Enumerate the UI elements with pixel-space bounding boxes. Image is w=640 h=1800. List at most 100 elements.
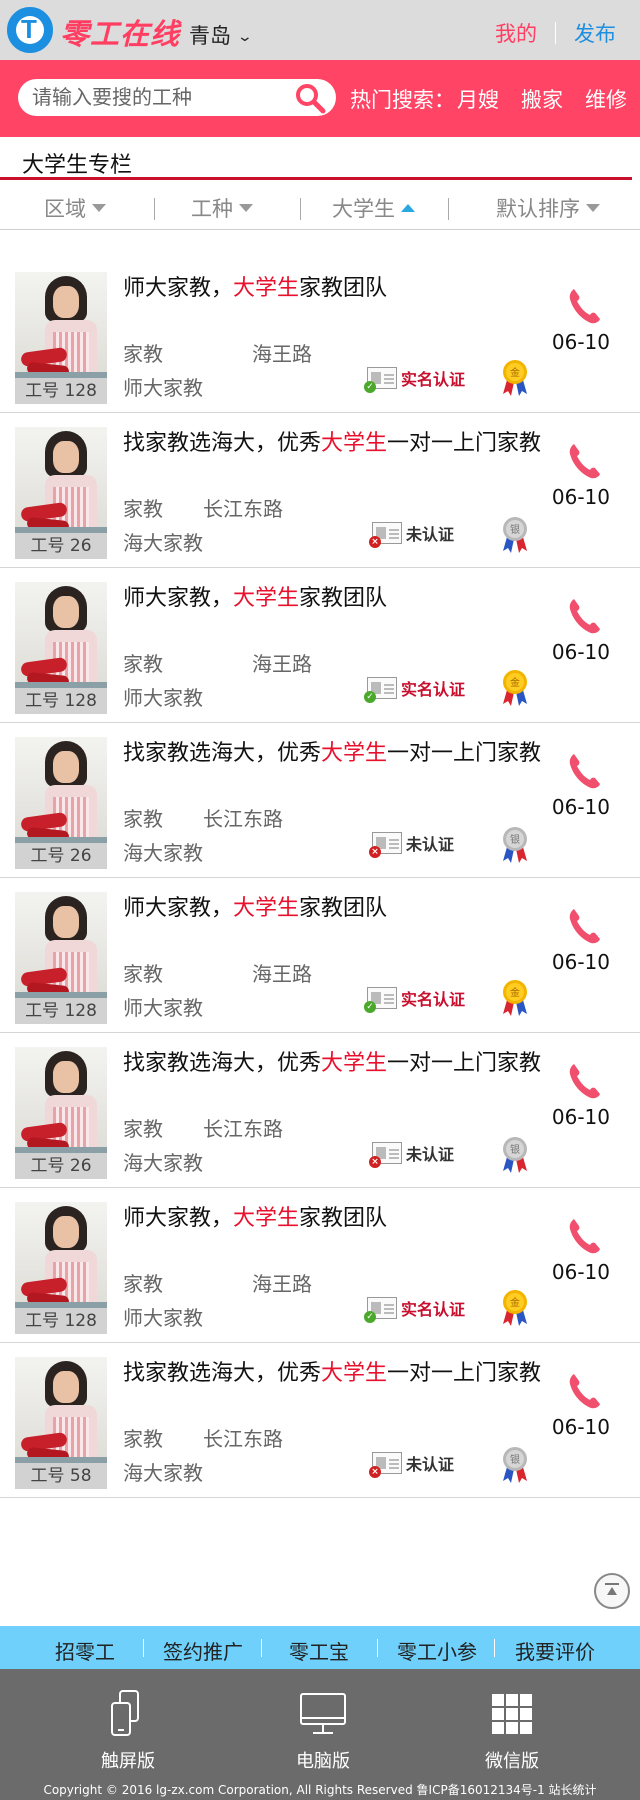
title-prefix: 找家教选海大，优秀 bbox=[123, 1361, 322, 1386]
listing-title[interactable]: 找家教选海大，优秀大学生一对一上门家教 bbox=[123, 425, 541, 457]
post-date: 06-10 bbox=[551, 1260, 610, 1284]
worker-id: 工号 128 bbox=[15, 378, 107, 404]
job-listing[interactable]: 工号 128 师大家教，大学生家教团队 家教 海王路 师大家教 06-10 ✓ … bbox=[0, 258, 640, 413]
phone-icon[interactable] bbox=[566, 596, 602, 636]
worker-photo[interactable]: 工号 128 bbox=[15, 272, 107, 404]
gold-medal-icon: 金 bbox=[503, 670, 527, 706]
phone-icon[interactable] bbox=[566, 1216, 602, 1256]
filter-area[interactable]: 区域 bbox=[44, 193, 106, 223]
footer-wechat-version[interactable]: 微信版 bbox=[462, 1689, 562, 1773]
filter-label: 工种 bbox=[191, 197, 233, 221]
job-listing[interactable]: 工号 26 找家教选海大，优秀大学生一对一上门家教 家教 长江东路 海大家教 0… bbox=[0, 1033, 640, 1188]
footer-label: 电脑版 bbox=[296, 1751, 350, 1772]
title-highlight: 大学生 bbox=[233, 896, 300, 921]
worker-photo[interactable]: 工号 26 bbox=[15, 737, 107, 869]
worker-id: 工号 58 bbox=[15, 1463, 107, 1489]
job-listing[interactable]: 工号 58 找家教选海大，优秀大学生一对一上门家教 家教 长江东路 海大家教 0… bbox=[0, 1343, 640, 1498]
footer-touch-version[interactable]: 触屏版 bbox=[78, 1689, 178, 1773]
phone-icon[interactable] bbox=[566, 441, 602, 481]
filter-sort[interactable]: 默认排序 bbox=[496, 193, 600, 223]
photo-face bbox=[53, 1216, 79, 1248]
gold-medal-icon: 金 bbox=[503, 1290, 527, 1326]
worker-id: 工号 128 bbox=[15, 1308, 107, 1334]
title-highlight: 大学生 bbox=[233, 276, 300, 301]
search-icon[interactable] bbox=[294, 82, 326, 114]
worker-photo[interactable]: 工号 26 bbox=[15, 1047, 107, 1179]
silver-medal-icon: 银 bbox=[503, 517, 527, 553]
title-prefix: 找家教选海大，优秀 bbox=[123, 1051, 322, 1076]
title-suffix: 一对一上门家教 bbox=[387, 431, 542, 456]
worker-photo[interactable]: 工号 128 bbox=[15, 1202, 107, 1334]
job-listing[interactable]: 工号 26 找家教选海大，优秀大学生一对一上门家教 家教 长江东路 海大家教 0… bbox=[0, 413, 640, 568]
id-card-icon: ✓ bbox=[364, 987, 397, 1013]
title-suffix: 一对一上门家教 bbox=[387, 741, 542, 766]
job-org: 师大家教 bbox=[123, 1306, 203, 1330]
listing-title[interactable]: 找家教选海大，优秀大学生一对一上门家教 bbox=[123, 1355, 541, 1387]
worker-photo[interactable]: 工号 128 bbox=[15, 892, 107, 1024]
phone-icon[interactable] bbox=[566, 286, 602, 326]
worker-photo[interactable]: 工号 26 bbox=[15, 427, 107, 559]
nav-review[interactable]: 我要评价 bbox=[515, 1636, 595, 1665]
listing-title[interactable]: 师大家教，大学生家教团队 bbox=[123, 270, 387, 302]
job-listing[interactable]: 工号 128 师大家教，大学生家教团队 家教 海王路 师大家教 06-10 ✓ … bbox=[0, 878, 640, 1033]
cert-label: 实名认证 bbox=[401, 1300, 466, 1319]
worker-photo[interactable]: 工号 128 bbox=[15, 582, 107, 714]
hot-keyword[interactable]: 月嫂 bbox=[457, 84, 499, 114]
photo-face bbox=[53, 286, 79, 318]
city-selector[interactable]: 青岛 ⌄ bbox=[189, 20, 253, 50]
job-list: 工号 128 师大家教，大学生家教团队 家教 海王路 师大家教 06-10 ✓ … bbox=[0, 258, 640, 1498]
title-prefix: 找家教选海大，优秀 bbox=[123, 431, 322, 456]
verified-badge: ✓ 实名认证 bbox=[364, 366, 465, 393]
job-listing[interactable]: 工号 128 师大家教，大学生家教团队 家教 海王路 师大家教 06-10 ✓ … bbox=[0, 568, 640, 723]
worker-photo[interactable]: 工号 58 bbox=[15, 1357, 107, 1489]
nav-advisor[interactable]: 零工小参 bbox=[397, 1636, 477, 1665]
medal-label: 金 bbox=[510, 366, 520, 379]
listing-title[interactable]: 师大家教，大学生家教团队 bbox=[123, 580, 387, 612]
title-suffix: 一对一上门家教 bbox=[387, 1051, 542, 1076]
cross-icon: × bbox=[369, 1466, 381, 1478]
filter-job-type[interactable]: 工种 bbox=[191, 193, 253, 223]
search-input[interactable] bbox=[32, 84, 282, 110]
phone-icon[interactable] bbox=[566, 906, 602, 946]
copyright-text: Copyright © 2016 lg-zx.com Corporation, … bbox=[43, 1783, 597, 1797]
cert-label: 未认证 bbox=[406, 525, 455, 544]
nav-hire[interactable]: 招零工 bbox=[55, 1636, 115, 1665]
medal-label: 金 bbox=[510, 676, 520, 689]
check-icon: ✓ bbox=[364, 381, 376, 393]
title-highlight: 大学生 bbox=[321, 741, 388, 766]
filter-student[interactable]: 大学生 bbox=[332, 193, 415, 223]
job-listing[interactable]: 工号 26 找家教选海大，优秀大学生一对一上门家教 家教 长江东路 海大家教 0… bbox=[0, 723, 640, 878]
listing-title[interactable]: 找家教选海大，优秀大学生一对一上门家教 bbox=[123, 1045, 541, 1077]
hot-keyword[interactable]: 维修 bbox=[585, 84, 627, 114]
check-icon: ✓ bbox=[364, 1001, 376, 1013]
logo-icon[interactable] bbox=[7, 7, 53, 53]
back-to-top-button[interactable] bbox=[594, 1573, 630, 1609]
job-listing[interactable]: 工号 128 师大家教，大学生家教团队 家教 海王路 师大家教 06-10 ✓ … bbox=[0, 1188, 640, 1343]
phone-icon[interactable] bbox=[566, 1371, 602, 1411]
listing-title[interactable]: 师大家教，大学生家教团队 bbox=[123, 890, 387, 922]
top-links: 我的 发布 bbox=[495, 18, 616, 48]
publish-link[interactable]: 发布 bbox=[574, 18, 616, 48]
id-card-icon: × bbox=[369, 1452, 402, 1478]
nav-divider bbox=[494, 1639, 495, 1657]
nav-divider bbox=[143, 1639, 144, 1657]
nav-lgbao[interactable]: 零工宝 bbox=[289, 1636, 349, 1665]
hot-keyword[interactable]: 搬家 bbox=[521, 84, 563, 114]
title-highlight: 大学生 bbox=[233, 1206, 300, 1231]
phone-icon[interactable] bbox=[566, 751, 602, 791]
job-org: 海大家教 bbox=[123, 1151, 203, 1175]
post-date: 06-10 bbox=[551, 1105, 610, 1129]
filter-divider bbox=[300, 198, 301, 220]
phone-icon[interactable] bbox=[566, 1061, 602, 1101]
nav-divider bbox=[261, 1639, 262, 1657]
logo-text[interactable]: 零工在线 bbox=[60, 11, 180, 53]
my-link[interactable]: 我的 bbox=[495, 18, 537, 48]
listing-title[interactable]: 师大家教，大学生家教团队 bbox=[123, 1200, 387, 1232]
footer-pc-version[interactable]: 电脑版 bbox=[273, 1689, 373, 1773]
search-bar: 热门搜索： 月嫂 搬家 维修 bbox=[0, 60, 640, 137]
listing-title[interactable]: 找家教选海大，优秀大学生一对一上门家教 bbox=[123, 735, 541, 767]
title-suffix: 家教团队 bbox=[299, 586, 388, 611]
nav-promote[interactable]: 签约推广 bbox=[163, 1636, 243, 1665]
job-kind: 家教 bbox=[123, 652, 163, 676]
nav-divider bbox=[377, 1639, 378, 1657]
